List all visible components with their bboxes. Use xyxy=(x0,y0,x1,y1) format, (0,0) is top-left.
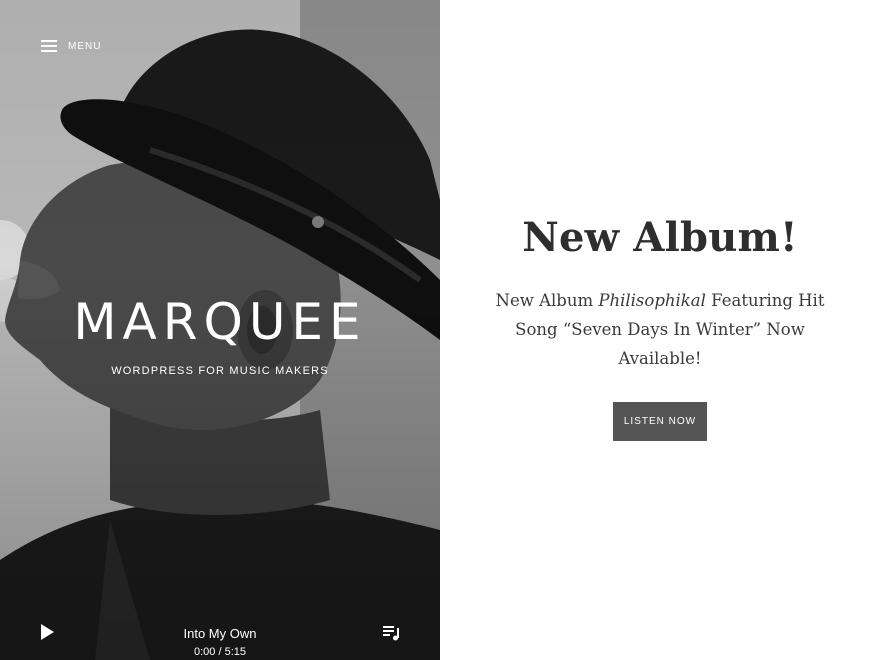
track-title: Into My Own xyxy=(183,626,257,641)
album-name: Philisophikal xyxy=(598,291,706,310)
track-time: 0:00 / 5:15 xyxy=(120,646,320,658)
site-tagline: WORDPRESS FOR MUSIC MAKERS xyxy=(111,365,329,377)
hero-panel: MENU MARQUEE WORDPRESS FOR MUSIC MAKERS … xyxy=(0,0,440,660)
description-text-before: New Album xyxy=(495,291,599,310)
track-duration: 5:15 xyxy=(224,646,246,658)
playlist-icon[interactable] xyxy=(383,625,401,641)
audio-player: Into My Own 0:00 / 5:15 xyxy=(0,590,440,660)
play-icon[interactable] xyxy=(40,624,54,640)
track-elapsed: 0:00 xyxy=(193,646,216,658)
site-title[interactable]: MARQUEE xyxy=(0,292,440,352)
page: MENU MARQUEE WORDPRESS FOR MUSIC MAKERS … xyxy=(0,0,880,660)
featured-headline: New Album! xyxy=(522,214,798,261)
featured-description: New Album Philisophikal Featuring Hit So… xyxy=(495,286,825,373)
featured-content: New Album! New Album Philisophikal Featu… xyxy=(440,0,880,660)
listen-now-button[interactable]: LISTEN NOW xyxy=(613,402,707,441)
menu-toggle-button[interactable]: MENU xyxy=(41,40,101,52)
track-info: Into My Own 0:00 / 5:15 xyxy=(120,626,320,658)
site-branding: MARQUEE WORDPRESS FOR MUSIC MAKERS xyxy=(0,292,440,377)
hamburger-icon[interactable] xyxy=(41,40,57,52)
track-time-separator: / xyxy=(215,646,225,658)
menu-label[interactable]: MENU xyxy=(68,41,101,52)
